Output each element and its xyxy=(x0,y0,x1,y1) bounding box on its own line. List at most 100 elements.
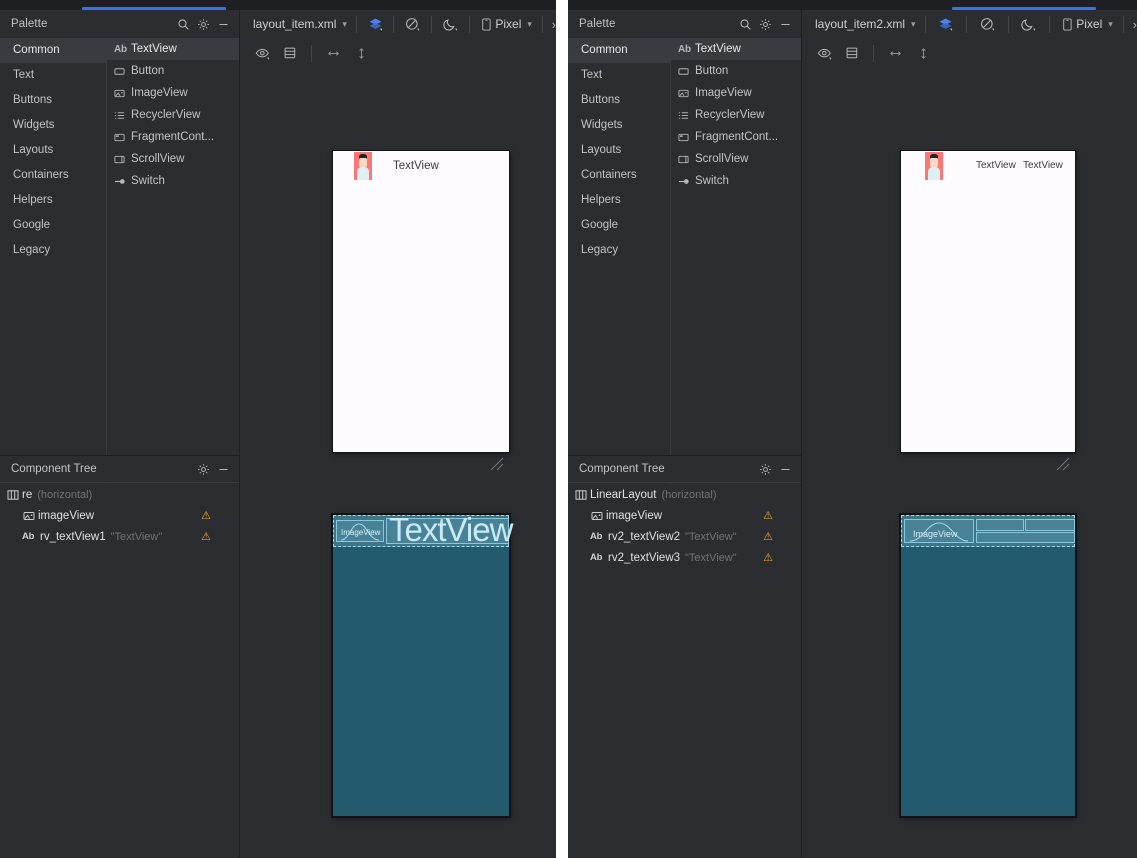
design-preview-right[interactable]: TextView TextView xyxy=(901,151,1075,452)
blueprint-textview3-box[interactable] xyxy=(1025,519,1075,531)
blueprint-icon[interactable] xyxy=(976,13,999,35)
avatar-image[interactable] xyxy=(354,152,372,180)
palette-category-containers[interactable]: Containers xyxy=(0,163,106,188)
palette-category-helpers[interactable]: Helpers xyxy=(568,188,670,213)
palette-category-legacy[interactable]: Legacy xyxy=(0,238,106,263)
warning-icon[interactable]: ⚠ xyxy=(763,551,773,564)
gear-icon[interactable] xyxy=(193,459,213,479)
minimize-icon[interactable] xyxy=(775,14,795,34)
palette-item-fragmentcontainer[interactable]: FragmentCont... xyxy=(671,126,801,148)
warning-icon[interactable]: ⚠ xyxy=(201,509,211,522)
palette-category-widgets[interactable]: Widgets xyxy=(568,113,670,138)
palette-header-right: Palette xyxy=(568,10,801,39)
blueprint-preview-right[interactable]: ImageView xyxy=(901,515,1075,816)
design-canvas-right[interactable]: TextView TextView ImageView xyxy=(802,68,1137,858)
palette-category-widgets[interactable]: Widgets xyxy=(0,113,106,138)
vertical-arrow-icon[interactable] xyxy=(347,41,375,65)
chevron-down-icon[interactable]: ▾ xyxy=(342,19,347,30)
palette-category-common[interactable]: Common xyxy=(568,38,670,63)
palette-item-imageview[interactable]: ImageView xyxy=(671,82,801,104)
moon-icon[interactable] xyxy=(441,13,460,35)
palette-category-helpers[interactable]: Helpers xyxy=(0,188,106,213)
palette-item-recyclerview[interactable]: RecyclerView xyxy=(107,104,239,126)
chevron-right-icon[interactable]: › xyxy=(1133,17,1137,32)
palette-item-recyclerview[interactable]: RecyclerView xyxy=(671,104,801,126)
moon-icon[interactable] xyxy=(1018,13,1041,35)
minimize-icon[interactable] xyxy=(775,459,795,479)
palette-item-label: Button xyxy=(695,65,729,77)
gear-icon[interactable] xyxy=(755,459,775,479)
tree-node-name: LinearLayout xyxy=(590,488,657,501)
preview-textview-label-1[interactable]: TextView xyxy=(976,160,1016,171)
palette-category-layouts[interactable]: Layouts xyxy=(0,138,106,163)
component-tree-left: re (horizontal) imageView ⚠ Ab rv_textVi… xyxy=(0,484,240,858)
search-icon[interactable] xyxy=(735,14,755,34)
device-selector[interactable]: Pixel ▾ xyxy=(1059,13,1113,35)
panel-divider-left[interactable] xyxy=(239,10,240,858)
tree-node-textview1[interactable]: Ab rv_textView1 "TextView" ⚠ xyxy=(0,526,239,547)
palette-item-textview[interactable]: Ab TextView xyxy=(671,38,801,60)
palette-item-button[interactable]: Button xyxy=(107,60,239,82)
tree-node-imageview[interactable]: imageView ⚠ xyxy=(568,505,801,526)
chevron-down-icon[interactable]: ▾ xyxy=(911,19,916,30)
palette-item-fragmentcontainer[interactable]: FragmentCont... xyxy=(107,126,239,148)
panel-divider-right[interactable] xyxy=(801,10,802,858)
warning-icon[interactable]: ⚠ xyxy=(201,530,211,543)
palette-category-buttons[interactable]: Buttons xyxy=(568,88,670,113)
palette-category-layouts[interactable]: Layouts xyxy=(568,138,670,163)
palette-category-common[interactable]: Common xyxy=(0,38,106,63)
file-name-label[interactable]: layout_item.xml xyxy=(253,17,336,31)
palette-category-google[interactable]: Google xyxy=(0,213,106,238)
resize-handle-icon[interactable] xyxy=(489,456,505,472)
palette-item-scrollview[interactable]: ScrollView xyxy=(671,148,801,170)
blueprint-row-box[interactable] xyxy=(976,532,1075,543)
blueprint-textview2-box[interactable] xyxy=(976,519,1024,531)
palette-item-textview[interactable]: Ab TextView xyxy=(107,38,239,60)
vertical-arrow-icon[interactable] xyxy=(909,41,937,65)
minimize-icon[interactable] xyxy=(213,14,233,34)
minimize-icon[interactable] xyxy=(213,459,233,479)
palette-item-switch[interactable]: Switch xyxy=(107,170,239,192)
resize-handle-icon[interactable] xyxy=(1055,456,1071,472)
file-name-label[interactable]: layout_item2.xml xyxy=(815,17,905,31)
horizontal-arrow-icon[interactable] xyxy=(319,41,347,65)
palette-item-switch[interactable]: Switch xyxy=(671,170,801,192)
layers-icon[interactable] xyxy=(934,13,957,35)
horizontal-arrow-icon[interactable] xyxy=(881,41,909,65)
tree-node-root[interactable]: LinearLayout (horizontal) xyxy=(568,484,801,505)
design-preview-left[interactable]: TextView xyxy=(333,151,509,452)
device-selector[interactable]: Pixel ▾ xyxy=(478,13,532,35)
palette-item-button[interactable]: Button xyxy=(671,60,801,82)
blueprint-icon[interactable] xyxy=(403,13,422,35)
palette-category-buttons[interactable]: Buttons xyxy=(0,88,106,113)
preview-textview-label-2[interactable]: TextView xyxy=(1023,160,1063,171)
gear-icon[interactable] xyxy=(755,14,775,34)
palette-category-text[interactable]: Text xyxy=(0,63,106,88)
toolbar-separator xyxy=(393,15,395,33)
gear-icon[interactable] xyxy=(193,14,213,34)
blueprint-preview-left[interactable]: ImageView TextView xyxy=(333,511,513,816)
tree-node-root[interactable]: re (horizontal) xyxy=(0,484,239,505)
warning-icon[interactable]: ⚠ xyxy=(763,509,773,522)
eye-icon[interactable] xyxy=(810,41,838,65)
toolbar-separator xyxy=(1007,15,1009,33)
constraint-list-icon[interactable] xyxy=(838,41,866,65)
window-gap xyxy=(556,0,568,858)
preview-textview-label[interactable]: TextView xyxy=(393,160,439,172)
palette-category-legacy[interactable]: Legacy xyxy=(568,238,670,263)
palette-category-text[interactable]: Text xyxy=(568,63,670,88)
warning-icon[interactable]: ⚠ xyxy=(763,530,773,543)
constraint-list-icon[interactable] xyxy=(276,41,304,65)
eye-icon[interactable] xyxy=(248,41,276,65)
layers-icon[interactable] xyxy=(366,13,385,35)
palette-category-google[interactable]: Google xyxy=(568,213,670,238)
palette-category-containers[interactable]: Containers xyxy=(568,163,670,188)
palette-item-imageview[interactable]: ImageView xyxy=(107,82,239,104)
tree-node-textview3[interactable]: Ab rv2_textView3 "TextView" ⚠ xyxy=(568,547,801,568)
tree-node-imageview[interactable]: imageView ⚠ xyxy=(0,505,239,526)
tree-node-textview2[interactable]: Ab rv2_textView2 "TextView" ⚠ xyxy=(568,526,801,547)
design-canvas-left[interactable]: TextView ImageView TextView xyxy=(240,68,556,858)
search-icon[interactable] xyxy=(173,14,193,34)
palette-item-scrollview[interactable]: ScrollView xyxy=(107,148,239,170)
avatar-image[interactable] xyxy=(925,152,943,180)
